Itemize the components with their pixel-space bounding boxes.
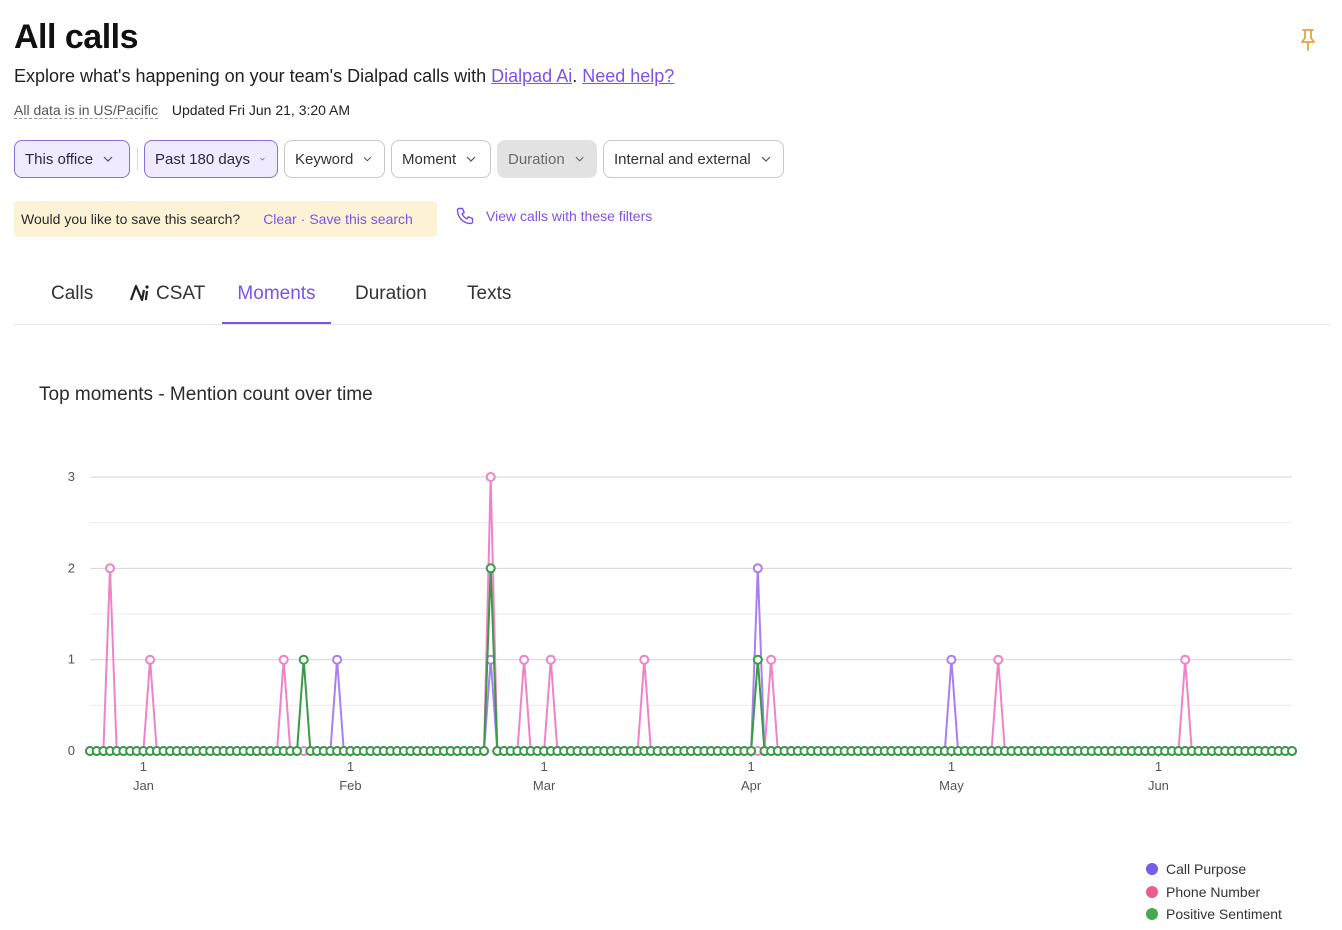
legend-swatch: [1146, 885, 1158, 898]
filter-moment[interactable]: Moment: [391, 140, 491, 178]
filter-call-scope-label: Internal and external: [614, 150, 751, 168]
data-point: [479, 746, 489, 756]
filter-call-scope[interactable]: Internal and external: [603, 140, 784, 178]
tab-moments-label: Moments: [237, 283, 316, 304]
page-title: All calls: [14, 18, 139, 56]
data-point: [145, 654, 156, 665]
data-point: [746, 746, 757, 756]
tab-csat-label: CSAT: [156, 283, 206, 304]
y-tick-label: 1: [68, 652, 75, 667]
filter-office-label: This office: [25, 150, 94, 168]
legend-label: Phone Number: [1166, 883, 1261, 900]
data-point: [766, 654, 777, 665]
page-subtitle: Explore what's happening on your team's …: [14, 66, 674, 87]
tab-bar: Calls CSAT Moments Duration Texts: [14, 272, 1330, 325]
filter-date-range[interactable]: Past 180 days: [144, 140, 278, 178]
x-tick-day: 1: [540, 759, 547, 774]
chevron-down-icon: [363, 156, 372, 162]
tab-calls[interactable]: Calls: [51, 272, 93, 324]
chart-title: Top moments - Mention count over time: [39, 384, 373, 405]
x-tick-month: Feb: [339, 778, 361, 793]
chevron-down-icon: [466, 156, 476, 162]
x-tick-day: 1: [747, 759, 754, 774]
chevron-down-icon: [575, 156, 584, 162]
filter-bar: This office Past 180 days Keyword Moment…: [14, 138, 790, 180]
chevron-down-icon: [103, 156, 113, 162]
x-tick-month: Apr: [741, 778, 762, 793]
chevron-down-icon: [761, 156, 771, 162]
data-point: [332, 654, 343, 665]
tab-duration[interactable]: Duration: [355, 272, 427, 324]
tab-moments[interactable]: Moments: [222, 272, 331, 324]
save-search-banner: Would you like to save this search? Clea…: [14, 201, 437, 237]
filter-duration: Duration: [497, 140, 597, 178]
filter-office[interactable]: This office: [14, 140, 130, 178]
x-tick-day: 1: [140, 759, 147, 774]
save-search-link[interactable]: Save this search: [309, 211, 413, 227]
save-search-actions: Clear · Save this search: [263, 211, 413, 227]
timezone-note[interactable]: All data is in US/Pacific: [14, 102, 158, 119]
subtitle-punct: .: [572, 66, 583, 86]
filter-moment-label: Moment: [402, 150, 457, 168]
filter-keyword-label: Keyword: [295, 150, 354, 168]
filter-duration-label: Duration: [508, 150, 565, 168]
x-tick-month: Jan: [133, 778, 154, 793]
data-point: [752, 563, 763, 574]
x-tick-day: 1: [347, 759, 354, 774]
legend-swatch: [1146, 863, 1158, 876]
data-point: [485, 563, 496, 574]
moments-line-chart: 0 1 2 3 1 Jan 1 Feb 1 Mar 1 Apr 1 May 1 Jun: [68, 469, 1297, 793]
legend-label: Positive Sentiment: [1166, 906, 1282, 923]
data-point: [1287, 746, 1297, 756]
data-point: [298, 654, 309, 665]
tab-texts-label: Texts: [467, 283, 512, 304]
tab-calls-label: Calls: [51, 283, 94, 304]
filter-keyword[interactable]: Keyword: [284, 140, 385, 178]
x-tick-month: May: [939, 778, 964, 793]
x-tick-month: Jun: [1148, 778, 1169, 793]
data-meta: All data is in US/Pacific Updated Fri Ju…: [14, 102, 351, 119]
legend-item-phone-number[interactable]: Phone Number: [1146, 881, 1282, 904]
data-point: [752, 654, 763, 665]
y-tick-label: 3: [68, 469, 75, 484]
dialpad-ai-icon: [129, 283, 151, 309]
data-point: [278, 654, 289, 665]
subtitle-text: Explore what's happening on your team's …: [14, 66, 492, 86]
data-point: [1180, 654, 1191, 665]
data-point: [545, 654, 556, 665]
need-help-link[interactable]: Need help?: [582, 66, 674, 86]
dialpad-ai-link[interactable]: Dialpad Ai: [491, 66, 572, 86]
chevron-down-icon: [260, 157, 265, 161]
data-point: [946, 654, 957, 665]
chart-legend: Call Purpose Phone Number Positive Senti…: [1146, 858, 1282, 926]
data-point: [292, 746, 302, 756]
clear-search-link[interactable]: Clear: [263, 211, 296, 227]
save-search-prompt: Would you like to save this search?: [21, 211, 241, 227]
updated-timestamp: Updated Fri Jun 21, 3:20 AM: [171, 102, 351, 118]
legend-item-call-purpose[interactable]: Call Purpose: [1146, 858, 1282, 881]
x-tick-day: 1: [948, 759, 955, 774]
pin-icon[interactable]: [1297, 28, 1319, 52]
view-calls-label: View calls with these filters: [486, 208, 653, 224]
data-point: [519, 654, 530, 665]
tab-csat[interactable]: CSAT: [129, 272, 205, 324]
view-calls-link[interactable]: View calls with these filters: [455, 206, 652, 226]
data-point: [105, 563, 115, 574]
filter-date-range-label: Past 180 days: [155, 150, 251, 168]
tab-texts[interactable]: Texts: [467, 272, 511, 324]
data-point: [993, 654, 1004, 665]
x-tick-day: 1: [1155, 759, 1162, 774]
phone-icon: [456, 207, 474, 225]
y-tick-label: 2: [68, 560, 75, 575]
legend-item-positive-sentiment[interactable]: Positive Sentiment: [1146, 903, 1282, 926]
actions-separator: ·: [300, 211, 306, 227]
tab-duration-label: Duration: [355, 283, 427, 304]
filter-divider: [137, 148, 138, 170]
data-point: [485, 472, 496, 482]
legend-swatch: [1146, 908, 1158, 921]
y-tick-label: 0: [68, 743, 75, 758]
x-tick-month: Mar: [533, 778, 556, 793]
data-point: [639, 654, 650, 665]
legend-label: Call Purpose: [1166, 861, 1247, 878]
